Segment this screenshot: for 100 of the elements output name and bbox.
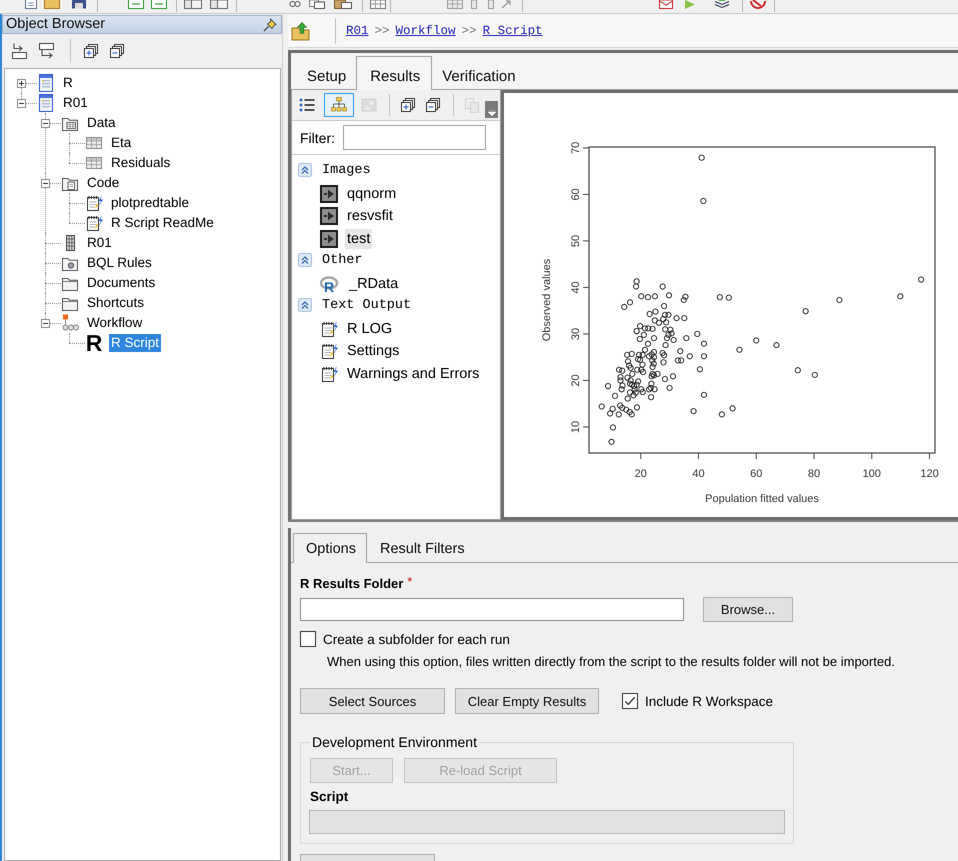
result-item[interactable]: Warnings and Errors (345, 364, 482, 384)
data-point (610, 424, 616, 430)
result-item[interactable]: R LOG (345, 318, 394, 339)
data-point (836, 296, 842, 304)
tab[interactable]: Verification (432, 61, 526, 89)
tree-item[interactable]: Eta (109, 134, 134, 152)
pin-icon[interactable] (263, 18, 277, 32)
image-file-icon (320, 184, 338, 203)
tree-item[interactable]: R (61, 74, 75, 92)
data-point (660, 283, 666, 290)
axis-tick-label: 30 (570, 328, 582, 340)
grid-icon[interactable] (370, 0, 386, 9)
tree-view-button[interactable] (324, 93, 354, 117)
breadcrumb-separator: >> (374, 24, 390, 38)
result-item[interactable]: _RData (347, 274, 400, 294)
tree-item[interactable]: Shortcuts (85, 294, 146, 312)
collapse-icon[interactable] (298, 163, 312, 177)
data-point (726, 294, 732, 301)
document-icon[interactable] (24, 0, 38, 9)
result-item[interactable]: test (345, 228, 372, 249)
tab[interactable]: Result Filters (366, 535, 476, 562)
data-point (694, 330, 700, 337)
arrow-into-box-icon[interactable] (10, 42, 30, 60)
table-icon (85, 154, 103, 172)
folder-path-field[interactable] (300, 598, 684, 621)
filter-label: Filter: (300, 130, 335, 146)
r-letter-icon: R (85, 333, 103, 353)
group-header[interactable]: Text Output (322, 298, 412, 312)
axis-tick-label: 80 (808, 468, 820, 480)
checkbox-label: Create a subfolder for each run (323, 632, 510, 646)
link-icon[interactable] (289, 0, 301, 9)
tree-item[interactable]: R01 (61, 94, 90, 112)
axis-tick-label: 60 (570, 188, 582, 201)
checkbox[interactable] (622, 693, 638, 709)
expand-all-icon[interactable] (83, 42, 99, 58)
checkmark-icon (624, 695, 636, 707)
cards-icon[interactable] (184, 0, 202, 9)
notepad-icon (85, 194, 103, 212)
group-header[interactable]: Images (322, 162, 371, 178)
tree-item[interactable]: R01 (85, 234, 114, 252)
tree-toggle[interactable] (41, 179, 50, 188)
filter-field[interactable] (343, 125, 486, 150)
axis-title: Population fitted values (705, 493, 819, 505)
folder-up-icon[interactable] (291, 20, 311, 40)
result-item[interactable]: qqnorm (345, 184, 398, 204)
axis-tick-label: 20 (634, 468, 647, 480)
tree-toggle[interactable] (41, 319, 50, 328)
prohibited-icon[interactable] (749, 0, 767, 9)
data-point (700, 340, 707, 347)
tree-item[interactable]: plotpredtable (109, 194, 192, 212)
notepad-icon (85, 214, 103, 232)
data-point (608, 438, 615, 445)
axis-tick-label: 50 (570, 234, 582, 248)
tree-item[interactable]: Documents (85, 274, 158, 292)
checkbox[interactable] (300, 631, 316, 647)
tree-item[interactable]: Residuals (109, 154, 172, 172)
tab[interactable]: Options (293, 533, 367, 563)
table-icon (85, 134, 103, 152)
clear-empty-results-button[interactable]: Clear Empty Results (455, 688, 599, 714)
select-sources-button[interactable]: Select Sources (300, 688, 445, 714)
axis-tick-label: 40 (692, 468, 705, 480)
disk-icon[interactable] (72, 0, 86, 9)
tree-toggle[interactable] (41, 119, 50, 128)
caret-icon (488, 110, 496, 116)
tree-item[interactable]: R Script ReadMe (109, 214, 216, 232)
tree-item[interactable]: Code (85, 174, 122, 192)
tree-item[interactable]: Data (85, 114, 118, 132)
tree-item[interactable]: BQL Rules (85, 254, 154, 272)
breadcrumb-link[interactable]: R01 (346, 24, 369, 38)
collapse-all-icon[interactable] (109, 42, 125, 58)
notepad-icon (320, 364, 338, 383)
tree-item[interactable]: R Script (109, 334, 162, 352)
tab[interactable]: Results (356, 56, 432, 90)
cards-icon[interactable] (210, 0, 228, 9)
copy-icon[interactable] (309, 0, 325, 9)
browse-button[interactable]: Browse... (703, 597, 793, 622)
data-point (661, 303, 668, 310)
collapse-icon[interactable] (298, 298, 312, 312)
tree-toggle[interactable] (17, 79, 26, 88)
breadcrumb-link[interactable]: R Script (482, 24, 543, 38)
data-point (698, 154, 705, 161)
copy-icon (464, 97, 480, 113)
breadcrumb-link[interactable]: Workflow (396, 24, 456, 38)
breadcrumb-separator: >> (462, 24, 477, 38)
frame-icon[interactable] (151, 0, 167, 9)
result-item[interactable]: Settings (345, 341, 402, 362)
envelope-icon[interactable] (659, 0, 673, 9)
tab[interactable]: Setup (297, 61, 356, 89)
group-header[interactable]: Other (322, 252, 363, 268)
tree-item[interactable]: Workflow (85, 314, 144, 332)
field-label: R Results Folder (300, 576, 404, 592)
tree-toggle[interactable] (17, 99, 26, 108)
overflow-button[interactable] (485, 101, 498, 118)
frame-icon[interactable] (128, 0, 144, 9)
paste-icon[interactable] (334, 0, 352, 9)
data-point (753, 337, 760, 344)
collapse-icon[interactable] (298, 253, 312, 267)
result-item[interactable]: resvsfit (345, 206, 395, 226)
layers-icon[interactable] (714, 0, 730, 9)
data-point (686, 353, 693, 360)
